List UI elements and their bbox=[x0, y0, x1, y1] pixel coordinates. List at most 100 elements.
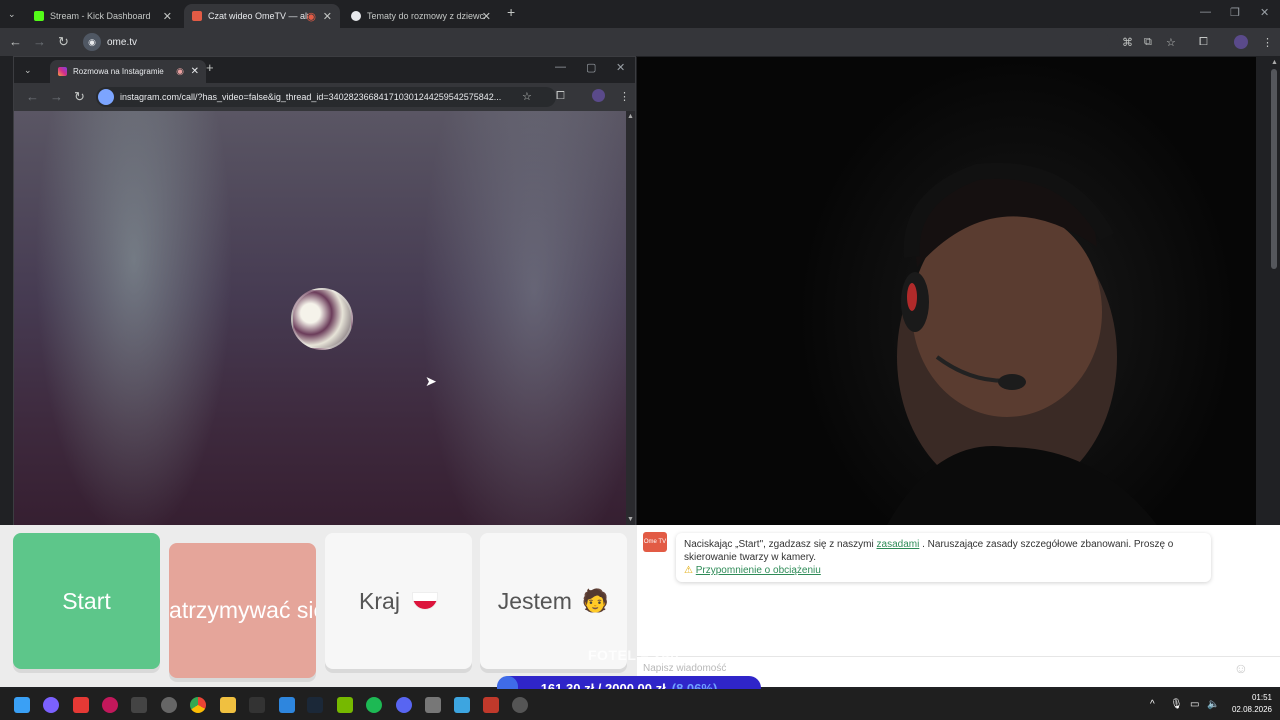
windows-taskbar: ^ 🎙 ▭ 🔈 01:51 02.08.2026 bbox=[0, 689, 1280, 720]
calculator-icon[interactable] bbox=[425, 697, 441, 713]
ometv-favicon-icon bbox=[192, 11, 202, 21]
tab-search-icon[interactable]: ⌄ bbox=[8, 7, 16, 21]
tab-title: Stream - Kick Dashboard bbox=[50, 11, 151, 21]
bookmark-star-icon[interactable]: ☆ bbox=[1166, 36, 1176, 49]
extensions-icon[interactable]: ⧠ bbox=[556, 90, 565, 103]
nvidia-icon[interactable] bbox=[337, 697, 353, 713]
popup-address-bar[interactable]: instagram.com/call/?has_video=false&ig_t… bbox=[96, 87, 556, 107]
scrollbar[interactable]: ▲ ▼ bbox=[626, 111, 635, 525]
rules-link[interactable]: zasadami bbox=[877, 539, 920, 550]
discord-icon[interactable] bbox=[396, 697, 412, 713]
gender-label: Jestem bbox=[497, 587, 572, 614]
person-with-headset-image bbox=[887, 162, 1157, 525]
tab-kick-dashboard[interactable]: Stream - Kick Dashboard ✕ bbox=[26, 4, 180, 28]
chrome-icon[interactable] bbox=[190, 697, 206, 713]
extensions-icon[interactable]: ⧠ bbox=[1199, 36, 1208, 49]
recording-indicator-icon: ◉ bbox=[306, 10, 316, 23]
translate-icon[interactable]: ⌘ bbox=[1122, 36, 1133, 49]
new-tab-button[interactable]: + bbox=[507, 5, 515, 19]
install-app-icon[interactable]: ⧉ bbox=[1144, 36, 1152, 49]
app-capture-icon[interactable] bbox=[483, 697, 499, 713]
photos-icon[interactable] bbox=[279, 697, 295, 713]
browser-tab-bar: ⌄ Stream - Kick Dashboard ✕ Czat wideo O… bbox=[0, 0, 1280, 28]
caller-avatar bbox=[291, 288, 353, 350]
maximize-icon[interactable]: ❐ bbox=[1230, 6, 1240, 19]
recording-indicator-icon: ◉ bbox=[176, 66, 184, 76]
emoji-icon[interactable]: ☺ bbox=[1234, 660, 1248, 676]
start-button[interactable]: Start bbox=[13, 533, 160, 669]
ometv-logo: Ome TV bbox=[643, 532, 667, 552]
steam-icon[interactable] bbox=[307, 697, 323, 713]
reload-icon[interactable]: ↻ bbox=[58, 35, 69, 49]
message-placeholder: Napisz wiadomość bbox=[643, 663, 727, 674]
profile-avatar-icon[interactable] bbox=[1234, 35, 1248, 49]
tab-title: Rozmowa na Instagramie bbox=[73, 67, 164, 76]
obs-icon[interactable] bbox=[512, 697, 528, 713]
scroll-thumb[interactable] bbox=[1271, 69, 1277, 269]
microphone-tray-icon[interactable]: 🎙 bbox=[1170, 699, 1183, 710]
menu-icon[interactable]: ⋮ bbox=[1262, 36, 1273, 49]
app-g-icon[interactable] bbox=[131, 697, 147, 713]
volume-icon[interactable]: 🔈 bbox=[1207, 699, 1219, 710]
maximize-icon[interactable]: ▢ bbox=[586, 61, 596, 74]
app-blue-icon[interactable] bbox=[454, 697, 470, 713]
globe-favicon-icon bbox=[351, 11, 361, 21]
network-icon[interactable]: ▭ bbox=[1190, 699, 1199, 710]
fotel-overlay: FOTEL = 24h bbox=[588, 647, 680, 663]
scroll-up-icon[interactable]: ▲ bbox=[1271, 59, 1278, 66]
kick-favicon-icon bbox=[34, 11, 44, 21]
minimize-icon[interactable]: — bbox=[1200, 6, 1211, 18]
system-clock[interactable]: 01:51 02.08.2026 bbox=[1232, 692, 1272, 716]
tab-instagram-call[interactable]: Rozmowa na Instagramie ◉ ✕ bbox=[50, 60, 206, 83]
app-red-icon[interactable] bbox=[73, 697, 89, 713]
poland-flag-icon bbox=[411, 592, 438, 610]
country-button[interactable]: Kraj bbox=[325, 533, 472, 669]
stop-label: Zatrzymywać się bbox=[169, 597, 316, 623]
stop-button[interactable]: Zatrzymywać się bbox=[169, 543, 316, 678]
file-explorer-icon[interactable] bbox=[220, 697, 236, 713]
tab-search-icon[interactable]: ⌄ bbox=[24, 63, 32, 77]
call-video-area: ➤ ▣ ✕ ● ☎ bbox=[14, 111, 626, 557]
warning-link[interactable]: Przypomnienie o obciążeniu bbox=[696, 565, 821, 576]
back-icon[interactable]: ← bbox=[26, 90, 39, 104]
address-bar[interactable]: ◉ ome.tv bbox=[80, 31, 1110, 53]
close-icon[interactable]: ✕ bbox=[163, 10, 172, 23]
tab-tematy[interactable]: Tematy do rozmowy z dziewczy ✕ bbox=[343, 4, 499, 28]
site-info-icon[interactable] bbox=[98, 89, 114, 105]
back-icon[interactable]: ← bbox=[9, 35, 22, 49]
browser-toolbar: ← → ↻ ◉ ome.tv ⌘ ⧉ ☆ ⧠ ⋮ bbox=[0, 28, 1280, 56]
forward-icon[interactable]: → bbox=[50, 90, 63, 104]
new-tab-button[interactable]: + bbox=[206, 61, 214, 75]
bookmark-star-icon[interactable]: ☆ bbox=[522, 90, 532, 103]
rules-notice: Naciskając „Start", zgadzasz się z naszy… bbox=[676, 533, 1211, 582]
instagram-popup-window: ⌄ Rozmowa na Instagramie ◉ ✕ + — ▢ ✕ ← →… bbox=[13, 56, 636, 557]
site-info-icon[interactable]: ◉ bbox=[83, 33, 101, 51]
notion-icon[interactable] bbox=[249, 697, 265, 713]
app-crosshair-icon[interactable] bbox=[102, 697, 118, 713]
tab-ometv[interactable]: Czat wideo OmeTV — alter ◉ ✕ bbox=[184, 4, 340, 28]
scroll-up-icon[interactable]: ▲ bbox=[627, 113, 634, 120]
close-icon[interactable]: ✕ bbox=[323, 10, 332, 23]
search-icon[interactable] bbox=[43, 697, 59, 713]
page-scrollbar[interactable]: ▲ bbox=[1268, 57, 1280, 525]
popup-toolbar: ← → ↻ instagram.com/call/?has_video=fals… bbox=[14, 83, 635, 111]
mouse-cursor-icon: ➤ bbox=[425, 373, 437, 389]
close-icon[interactable]: ✕ bbox=[191, 66, 199, 77]
popup-tab-bar: ⌄ Rozmowa na Instagramie ◉ ✕ + — ▢ ✕ bbox=[14, 57, 635, 83]
profile-avatar-icon[interactable] bbox=[592, 89, 605, 102]
webcam-video bbox=[637, 57, 1256, 525]
minimize-icon[interactable]: — bbox=[555, 61, 566, 73]
menu-icon[interactable]: ⋮ bbox=[619, 90, 630, 103]
url-text: ome.tv bbox=[107, 36, 138, 48]
start-label: Start bbox=[62, 587, 111, 614]
forward-icon[interactable]: → bbox=[33, 35, 46, 49]
settings-gear-icon[interactable] bbox=[161, 697, 177, 713]
tray-expand-icon[interactable]: ^ bbox=[1150, 699, 1155, 710]
close-icon[interactable]: ✕ bbox=[482, 10, 491, 23]
close-window-icon[interactable]: ✕ bbox=[1260, 6, 1269, 19]
scroll-down-icon[interactable]: ▼ bbox=[627, 516, 634, 523]
reload-icon[interactable]: ↻ bbox=[74, 90, 85, 104]
windows-start-icon[interactable] bbox=[14, 697, 30, 713]
spotify-icon[interactable] bbox=[366, 697, 382, 713]
close-window-icon[interactable]: ✕ bbox=[616, 61, 625, 74]
